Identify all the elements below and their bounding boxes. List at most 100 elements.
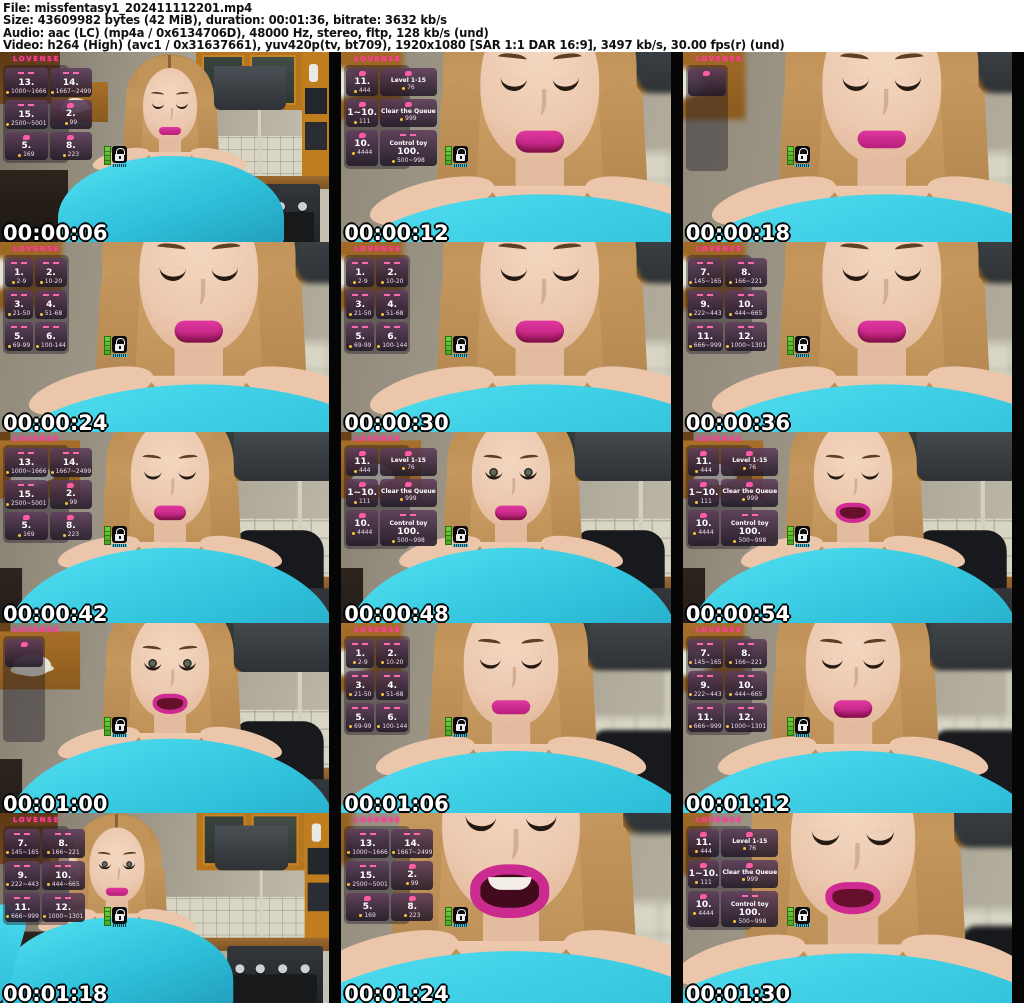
lovense-watermark: LOVENSE	[354, 245, 401, 253]
token-dot-icon	[392, 540, 395, 543]
tile-number: 1~10.	[347, 108, 377, 118]
tile-token-range: 4444	[352, 150, 372, 156]
tile-token-range: 1000~1301	[726, 343, 767, 349]
tile-number: 100.	[739, 527, 761, 537]
timestamp-label: 00:01:12	[686, 792, 790, 813]
menu-tile: 14.1667~2499	[50, 68, 93, 97]
dashes-icon	[63, 72, 79, 77]
tile-token-range: 223	[404, 913, 420, 919]
dashes-icon	[697, 262, 713, 267]
dashes-icon	[384, 643, 400, 648]
iris	[148, 659, 157, 668]
tile-token-range: 145~165	[689, 660, 722, 666]
tile-number: 1~10.	[347, 488, 377, 498]
lovense-watermark: LOVENSE	[696, 55, 743, 63]
token-dot-icon	[51, 91, 54, 94]
tile-token-range: 223	[63, 532, 79, 538]
dashes-icon	[738, 675, 754, 680]
tile-token-range: 76	[743, 846, 756, 852]
menu-tile: 10.444~665	[725, 671, 768, 700]
tile-token-range: 99	[406, 881, 419, 887]
token-dot-icon	[36, 345, 39, 348]
video-frame-thumbnail: LOVENSE 1.2-92.10-203.21-504.51-685.69-9…	[0, 242, 341, 432]
tile-number: 7.	[18, 839, 28, 849]
menu-tile: Level 1-1576	[721, 448, 778, 476]
tile-token-range: 1000~1301	[43, 914, 84, 920]
token-dot-icon	[742, 878, 745, 881]
dashes-icon	[697, 294, 713, 299]
token-dot-icon	[742, 498, 745, 501]
lock-badge	[795, 336, 810, 353]
battery-icon	[445, 717, 452, 736]
battery-icon	[787, 717, 794, 736]
token-dot-icon	[693, 912, 696, 915]
frame-black-edge	[671, 242, 683, 432]
lock-badge	[795, 526, 810, 543]
timestamp-label: 00:01:18	[3, 982, 107, 1003]
token-dot-icon	[695, 881, 698, 884]
tip-menu-overlay: 1.2-92.10-203.21-504.51-685.69-996.100-1…	[344, 636, 410, 735]
iris	[183, 659, 192, 668]
menu-tile: 1~10.111	[688, 479, 720, 507]
tile-number: 11.	[354, 77, 370, 87]
dashes-icon	[18, 452, 34, 457]
video-frame-thumbnail: LOVENSE 00:01:00	[0, 623, 341, 813]
dashes-icon	[43, 294, 59, 299]
tile-number: 2.	[387, 649, 397, 659]
tile-token-range: 145~165	[689, 279, 722, 285]
lock-icon	[112, 336, 127, 353]
tile-token-range: 2-9	[353, 279, 368, 285]
token-dot-icon	[726, 345, 729, 348]
token-dot-icon	[743, 467, 746, 470]
token-dot-icon	[18, 154, 21, 157]
token-dot-icon	[349, 725, 352, 728]
tile-number: 14.	[63, 458, 79, 468]
menu-tile: 5.69-99	[346, 322, 374, 351]
tile-number: 3.	[14, 300, 24, 310]
tile-token-range: 444~665	[729, 692, 762, 698]
tile-number: 1~10.	[689, 869, 719, 879]
tile-number: 9.	[700, 300, 710, 310]
tile-token-range: 999	[742, 496, 758, 502]
menu-tile: Control toy100.500~998	[721, 891, 778, 927]
menu-tile	[688, 68, 726, 96]
tile-token-range: 166~221	[729, 279, 762, 285]
keyhole	[119, 726, 121, 730]
tile-number: 2.	[387, 268, 397, 278]
toy-status-badge	[104, 907, 127, 926]
token-dot-icon	[65, 502, 68, 505]
frame-black-edge	[671, 813, 683, 1003]
tile-token-range: 500~998	[733, 538, 766, 544]
lips	[106, 887, 128, 895]
tile-token-range: 444~665	[729, 311, 762, 317]
lovense-micro-label	[112, 544, 127, 547]
token-dot-icon	[40, 313, 43, 316]
token-dot-icon	[353, 281, 356, 284]
tile-number: 100.	[397, 147, 419, 157]
tile-number: 6.	[387, 713, 397, 723]
dashes-icon	[738, 326, 754, 331]
lovense-watermark: LOVENSE	[13, 55, 60, 63]
menu-tile: 7.145~165	[5, 829, 40, 858]
tile-number: 2.	[66, 489, 76, 499]
lips	[175, 321, 223, 343]
tile-number: 2.	[66, 109, 76, 119]
dashes-icon	[400, 514, 416, 519]
token-dot-icon	[51, 471, 54, 474]
battery-icon	[445, 336, 452, 355]
tile-number: 2.	[46, 268, 56, 278]
lips	[470, 864, 549, 918]
lock-icon	[112, 717, 127, 734]
tile-header: Level 1-15	[732, 838, 767, 845]
token-dot-icon	[349, 693, 352, 696]
dashes-icon	[384, 262, 400, 267]
file-info-line-video: Video: h264 (High) (avc1 / 0x31637661), …	[3, 39, 993, 51]
lovense-micro-label	[795, 734, 810, 737]
tip-menu-overlay: 11.444Level 1-15761~10.111Clear the Queu…	[686, 445, 752, 549]
token-dot-icon	[689, 725, 692, 728]
token-dot-icon	[12, 281, 15, 284]
lips	[495, 506, 527, 521]
token-dot-icon	[354, 470, 357, 473]
tile-number: 14.	[404, 839, 420, 849]
menu-tile: 7.145~165	[688, 639, 723, 668]
